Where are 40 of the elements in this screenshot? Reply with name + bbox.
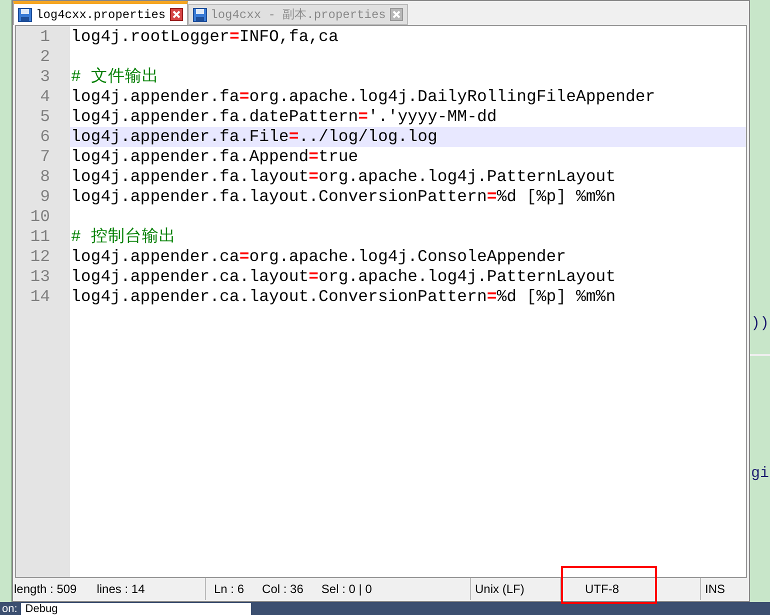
line-status: Ln : 6 xyxy=(214,581,244,598)
background-code: )) xyxy=(750,314,770,334)
code-comment: # 控制台输出 xyxy=(71,227,176,246)
line-ending-status: Unix (LF) xyxy=(475,581,524,598)
lines-status: lines : 14 xyxy=(96,581,145,598)
line-number: 9 xyxy=(39,187,51,207)
code-line: log4j.appender.fa.datePattern='.'yyyy-MM-dd xyxy=(71,107,497,126)
code-line: log4j.appender.fa.Append=true xyxy=(71,147,358,166)
code-line: log4j.appender.ca=org.apache.log4j.ConsoleAppender xyxy=(71,247,566,266)
configuration-label: on: xyxy=(2,602,18,614)
line-number: 7 xyxy=(39,147,51,167)
insert-mode-status: INS xyxy=(705,581,726,598)
line-number: 5 xyxy=(39,107,51,127)
close-icon[interactable] xyxy=(170,8,183,21)
line-number: 6 xyxy=(39,127,51,147)
code-comment: # 文件输出 xyxy=(71,67,159,86)
selection-status: Sel : 0 | 0 xyxy=(321,581,372,598)
line-number: 10 xyxy=(29,207,51,227)
file-tab[interactable]: log4cxx.properties xyxy=(13,1,188,25)
line-number: 12 xyxy=(29,247,51,267)
line-number: 14 xyxy=(29,287,51,307)
code-line: log4j.rootLogger=INFO,fa,ca xyxy=(71,27,338,46)
code-line: log4j.appender.fa.layout=org.apache.log4j.PatternLayout xyxy=(71,167,616,186)
code-line: log4j.appender.ca.layout.ConversionPattern=%d [%p] %m%n xyxy=(71,287,616,306)
line-number: 3 xyxy=(39,67,51,87)
line-number: 8 xyxy=(39,167,51,187)
configuration-dropdown[interactable]: Debug xyxy=(21,602,252,614)
line-number: 1 xyxy=(39,27,51,47)
line-number: 4 xyxy=(39,87,51,107)
encoding-status: UTF-8 xyxy=(585,581,619,598)
line-number: 13 xyxy=(29,267,51,287)
line-number: 11 xyxy=(29,227,51,247)
background-code: gi xyxy=(750,464,770,484)
code-line: log4j.appender.fa=org.apache.log4j.DailyRollingFileAppender xyxy=(71,87,656,106)
code-line: log4j.appender.fa.File=../log/log.log xyxy=(71,127,438,146)
length-status: length : 509 xyxy=(14,581,77,598)
code-line: log4j.appender.ca.layout=org.apache.log4j.PatternLayout xyxy=(71,267,616,286)
column-status: Col : 36 xyxy=(262,581,304,598)
code-line: log4j.appender.fa.layout.ConversionPattern=%d [%p] %m%n xyxy=(71,187,616,206)
line-number: 2 xyxy=(39,47,51,67)
